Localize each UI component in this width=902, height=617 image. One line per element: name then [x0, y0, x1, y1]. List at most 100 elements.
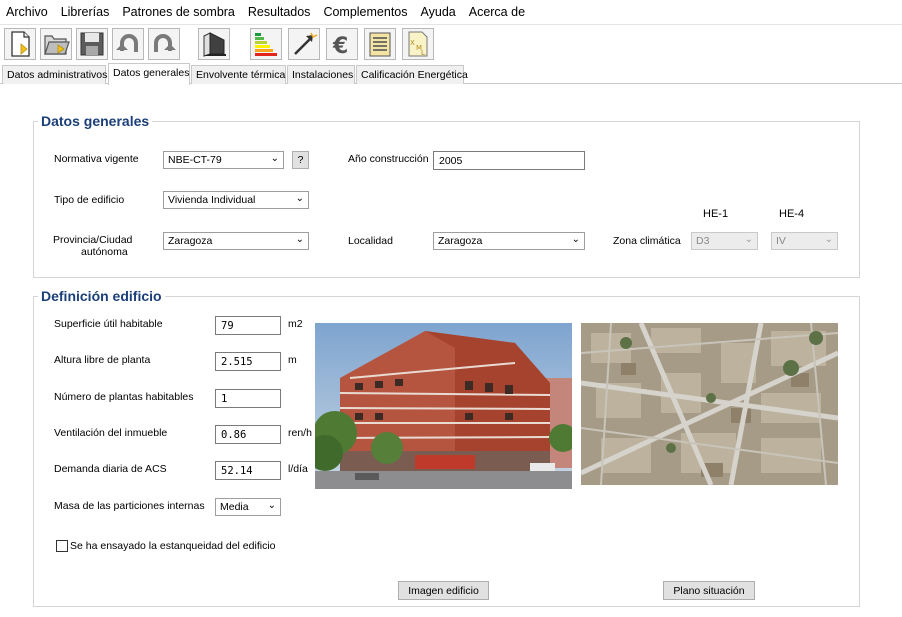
localidad-value: Zaragoza [438, 235, 483, 247]
superficie-unit: m2 [288, 318, 303, 330]
menu-bar: Archivo Librerías Patrones de sombra Res… [0, 0, 902, 24]
undo-button[interactable] [112, 28, 144, 60]
xml-button[interactable]: X M L [402, 28, 434, 60]
ventilacion-label: Ventilación del inmueble [54, 427, 168, 439]
he4-label: HE-4 [779, 208, 805, 220]
altura-input[interactable]: 2.515 [215, 352, 281, 371]
localidad-label: Localidad [348, 235, 393, 247]
plano-situacion-button[interactable]: Plano situación [663, 581, 755, 600]
imagen-edificio-button[interactable]: Imagen edificio [398, 581, 489, 600]
altura-label: Altura libre de planta [54, 354, 151, 366]
provincia-value: Zaragoza [168, 235, 213, 247]
report-button[interactable] [364, 28, 396, 60]
svg-text:L: L [421, 49, 425, 57]
energy-rating-icon [255, 33, 277, 56]
datos-generales-group [33, 121, 860, 278]
energy-rating-button[interactable] [250, 28, 282, 60]
new-file-button[interactable] [4, 28, 36, 60]
masa-select[interactable]: Media ⌄ [215, 498, 281, 516]
building-photo-image [315, 323, 572, 489]
masa-label: Masa de las particiones internas [54, 500, 205, 512]
tab-bar: Datos administrativos Datos generales En… [0, 63, 902, 85]
estanqueidad-checkbox[interactable] [56, 540, 68, 552]
superficie-input[interactable]: 79 [215, 316, 281, 335]
provincia-select[interactable]: Zaragoza ⌄ [163, 232, 309, 250]
new-file-icon [11, 31, 30, 57]
xml-icon: X M L [408, 31, 428, 57]
superficie-label: Superficie útil habitable [54, 318, 163, 330]
ventilacion-unit: ren/h [288, 427, 312, 439]
he1-label: HE-1 [703, 208, 729, 220]
open-button[interactable] [40, 28, 72, 60]
provincia-label-line1: Provincia/Ciudad [53, 234, 133, 246]
menu-ayuda[interactable]: Ayuda [421, 5, 456, 19]
provincia-label: Provincia/Ciudad autónoma [53, 234, 133, 258]
building-photo [315, 323, 572, 489]
svg-text:€: € [332, 34, 348, 58]
he1-value: D3 [696, 235, 710, 247]
chevron-down-icon: ⌄ [744, 234, 753, 245]
anio-construccion-input[interactable]: 2005 [433, 151, 585, 170]
chevron-down-icon: ⌄ [295, 234, 304, 245]
acs-input[interactable]: 52.14 [215, 461, 281, 480]
masa-value: Media [220, 501, 249, 513]
building-icon [203, 32, 226, 57]
tab-envolvente-termica[interactable]: Envolvente térmica [191, 65, 286, 84]
menu-acerca-de[interactable]: Acerca de [469, 5, 525, 19]
he4-value: IV [776, 235, 786, 247]
anio-construccion-label: Año construcción [348, 153, 429, 165]
svg-text:X: X [410, 39, 415, 47]
edit-arrow-icon [294, 32, 318, 55]
tipo-edificio-value: Vivienda Individual [168, 194, 256, 206]
acs-label: Demanda diaria de ACS [54, 463, 167, 475]
document-list-icon [369, 32, 391, 57]
he1-select: D3 ⌄ [691, 232, 758, 250]
costs-button[interactable]: € [326, 28, 358, 60]
normativa-value: NBE-CT-79 [168, 154, 222, 166]
chevron-down-icon: ⌄ [571, 234, 580, 245]
toolbar: € X M L [0, 24, 902, 62]
normativa-label: Normativa vigente [54, 153, 139, 165]
provincia-label-line2: autónoma [81, 246, 128, 258]
zona-climatica-label: Zona climática [613, 235, 681, 247]
acs-unit: l/día [288, 463, 308, 475]
situation-map [581, 323, 838, 485]
normativa-select[interactable]: NBE-CT-79 ⌄ [163, 151, 284, 169]
altura-unit: m [288, 354, 297, 366]
chevron-down-icon: ⌄ [824, 234, 833, 245]
tab-datos-administrativos[interactable]: Datos administrativos [2, 65, 107, 84]
euro-icon: € [332, 34, 348, 58]
chevron-down-icon: ⌄ [295, 193, 304, 204]
tab-instalaciones[interactable]: Instalaciones [287, 65, 355, 84]
undo-icon [116, 34, 138, 52]
menu-librerias[interactable]: Librerías [61, 5, 110, 19]
plantas-input[interactable]: 1 [215, 389, 281, 408]
chevron-down-icon: ⌄ [270, 153, 279, 164]
tipo-edificio-select[interactable]: Vivienda Individual ⌄ [163, 191, 309, 209]
he4-select: IV ⌄ [771, 232, 838, 250]
menu-archivo[interactable]: Archivo [6, 5, 48, 19]
menu-complementos[interactable]: Complementos [323, 5, 407, 19]
help-button[interactable]: ? [292, 151, 309, 169]
save-button[interactable] [76, 28, 108, 60]
tipo-edificio-label: Tipo de edificio [54, 194, 125, 206]
redo-icon [154, 34, 176, 52]
datos-generales-title: Datos generales [38, 113, 153, 129]
menu-resultados[interactable]: Resultados [248, 5, 311, 19]
estanqueidad-label: Se ha ensayado la estanqueidad del edifi… [70, 540, 276, 552]
chevron-down-icon: ⌄ [267, 500, 276, 511]
edit-button[interactable] [288, 28, 320, 60]
tab-datos-generales[interactable]: Datos generales [108, 63, 190, 85]
building-button[interactable] [198, 28, 230, 60]
definicion-edificio-title: Definición edificio [38, 288, 165, 304]
aerial-map-image [581, 323, 838, 485]
plantas-label: Número de plantas habitables [54, 391, 194, 403]
tab-calificacion-energetica[interactable]: Calificación Energética [356, 65, 468, 84]
redo-button[interactable] [148, 28, 180, 60]
ventilacion-input[interactable]: 0.86 [215, 425, 281, 444]
menu-patrones-sombra[interactable]: Patrones de sombra [122, 5, 235, 19]
localidad-select[interactable]: Zaragoza ⌄ [433, 232, 585, 250]
save-icon [80, 32, 104, 56]
tab-content: Datos generales Normativa vigente NBE-CT… [0, 84, 902, 617]
open-folder-icon [44, 35, 70, 55]
